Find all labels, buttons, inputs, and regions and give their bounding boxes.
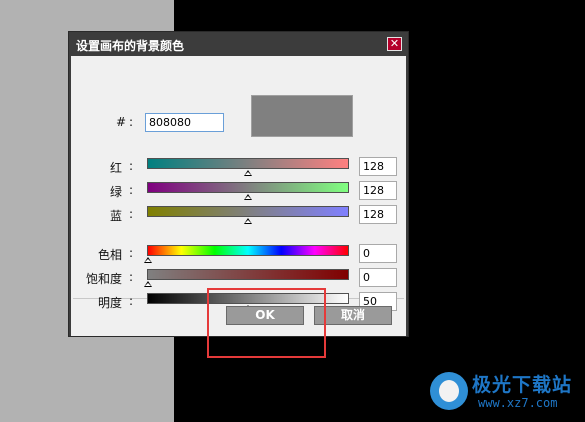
lightness-label: 明度 (98, 296, 123, 310)
hex-label: # (116, 115, 127, 129)
hue-slider-thumb[interactable] (144, 257, 152, 263)
watermark-logo-icon (430, 372, 468, 410)
green-slider-track[interactable] (147, 182, 349, 193)
blue-slider-thumb[interactable] (244, 218, 252, 224)
red-label: 红 (110, 161, 123, 175)
watermark-name: 极光下载站 (472, 374, 573, 396)
blue-label: 蓝 (110, 209, 123, 223)
blue-value-input[interactable]: 128 (359, 205, 397, 224)
green-value-input[interactable]: 128 (359, 181, 397, 200)
hex-input[interactable]: 808080 (145, 113, 224, 132)
saturation-slider-thumb[interactable] (144, 281, 152, 287)
watermark: 极光下载站 www.xz7.com (430, 368, 580, 418)
blue-slider-track[interactable] (147, 206, 349, 217)
watermark-url: www.xz7.com (478, 396, 558, 410)
green-label: 绿 (110, 185, 123, 199)
hue-value-input[interactable]: 0 (359, 244, 397, 263)
close-button[interactable]: ✕ (387, 37, 402, 51)
dialog-title: 设置画布的背景颜色 (76, 39, 185, 53)
close-icon: ✕ (389, 37, 400, 50)
dialog-titlebar: 设置画布的背景颜色 ✕ (69, 32, 408, 56)
blue-colon: : (129, 207, 134, 221)
red-slider-track[interactable] (147, 158, 349, 169)
color-preview-swatch (251, 95, 353, 137)
dialog-panel: # : 808080 红 : 128 绿 : 128 蓝 : 128 色相 : (73, 58, 404, 311)
green-slider-thumb[interactable] (244, 194, 252, 200)
ok-button-highlight-box (207, 288, 326, 358)
red-value-input[interactable]: 128 (359, 157, 397, 176)
saturation-colon: : (129, 270, 134, 284)
green-colon: : (129, 183, 134, 197)
red-slider-thumb[interactable] (244, 170, 252, 176)
hue-label: 色相 (98, 248, 123, 262)
hex-colon: : (129, 115, 134, 129)
saturation-slider-track[interactable] (147, 269, 349, 280)
lightness-colon: : (129, 294, 134, 308)
hue-colon: : (129, 246, 134, 260)
hue-slider-track[interactable] (147, 245, 349, 256)
red-colon: : (129, 159, 134, 173)
saturation-label: 饱和度 (86, 272, 123, 286)
saturation-value-input[interactable]: 0 (359, 268, 397, 287)
